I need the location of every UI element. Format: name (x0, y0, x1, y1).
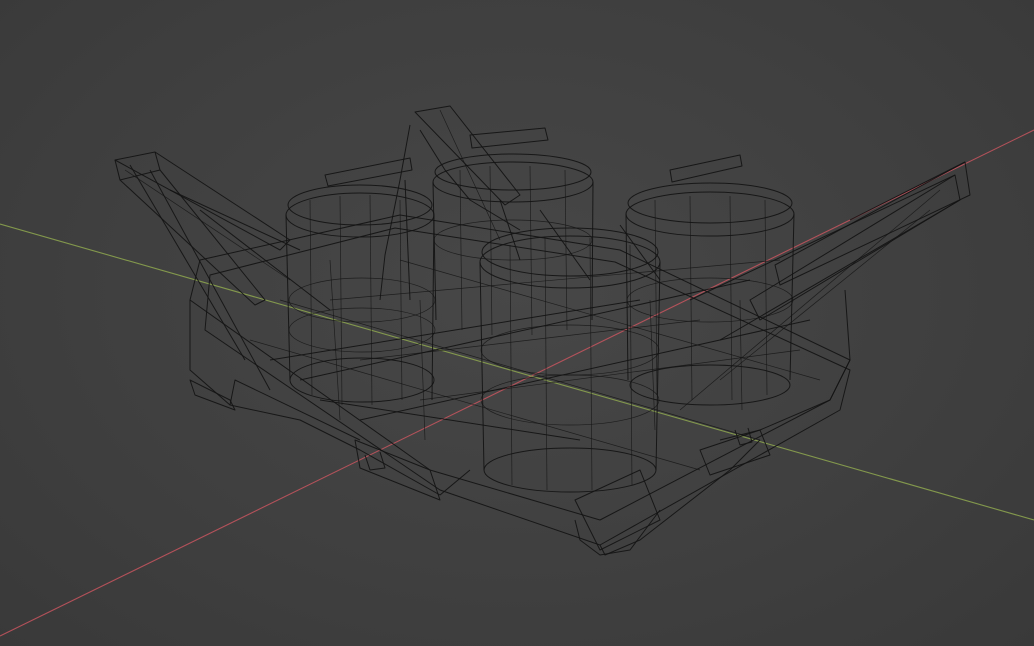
tank-right (625, 182, 795, 406)
wireframe-mesh[interactable] (114, 105, 971, 556)
deck-frame (189, 214, 851, 556)
viewport-canvas[interactable] (0, 0, 1034, 646)
tank-center (432, 153, 594, 336)
y-axis-line (0, 223, 1034, 521)
center-boom (324, 105, 743, 301)
pipework (329, 179, 753, 471)
3d-viewport[interactable] (0, 0, 1034, 646)
left-arm (114, 151, 331, 391)
tank-front (479, 227, 661, 493)
